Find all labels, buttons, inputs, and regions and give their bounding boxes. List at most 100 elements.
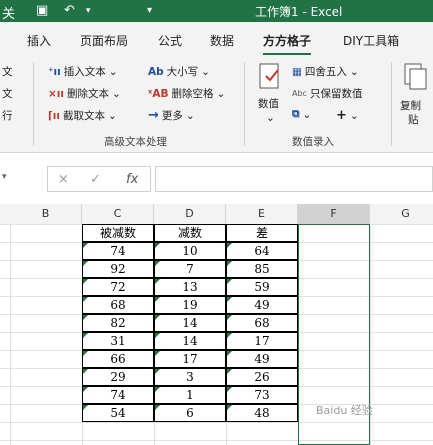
table-cell-difference[interactable]: 49 <box>226 350 298 368</box>
delete-spaces-icon: ˣAB <box>148 87 169 100</box>
table-cell-subtrahend[interactable]: 3 <box>154 368 226 386</box>
chevron-down-icon: ⌄ <box>216 87 226 100</box>
tab-page-layout[interactable]: 页面布局 <box>80 32 128 49</box>
partial-label-1: 文 <box>2 66 13 78</box>
table-cell-difference[interactable]: 17 <box>226 332 298 350</box>
confirm-icon[interactable]: ✓ <box>90 172 101 187</box>
table-cell-subtrahend[interactable]: 7 <box>154 260 226 278</box>
format-button[interactable]: ⧉ ⌄ <box>292 108 311 121</box>
column-header-e[interactable]: E <box>226 204 298 224</box>
ribbon: 文 文 行 ⁺ıı 插入文本 ⌄ ×ıı 删除文本 ⌄ ⌈ıı 截取文本 ⌄ A… <box>0 56 433 153</box>
column-header-d[interactable]: D <box>154 204 226 224</box>
paste-label: 贴 <box>408 114 419 126</box>
table-cell-difference[interactable]: 48 <box>226 404 298 422</box>
chevron-down-icon: ⌄ <box>185 109 195 122</box>
ribbon-separator <box>244 62 245 146</box>
table-cell-difference[interactable]: 26 <box>226 368 298 386</box>
table-cell-subtrahend[interactable]: 14 <box>154 332 226 350</box>
more-button[interactable]: → 更多 ⌄ <box>148 108 195 123</box>
extract-text-icon: ⌈ıı <box>48 109 60 122</box>
copy-paste-button[interactable]: 复制 贴 <box>398 62 433 128</box>
title-bar: 关 ▣ ↶ ▾ ▾ 工作簿1 - Excel <box>0 0 433 22</box>
chevron-down-icon: ⌄ <box>108 109 117 122</box>
keep-values-button[interactable]: Abc 只保留数值 <box>292 86 362 101</box>
formula-input[interactable] <box>155 166 433 192</box>
table-cell-minuend[interactable]: 31 <box>82 332 154 350</box>
numeric-label: 数值 <box>258 98 279 110</box>
table-cell-minuend[interactable]: 82 <box>82 314 154 332</box>
table-cell-subtrahend[interactable]: 6 <box>154 404 226 422</box>
partial-label-2: 文 <box>2 88 13 100</box>
header-cell-difference[interactable]: 差 <box>226 224 298 242</box>
table-cell-minuend[interactable]: 72 <box>82 278 154 296</box>
partial-label-3: 行 <box>2 110 13 122</box>
case-label: 大小写 <box>166 66 199 78</box>
autosave-toggle[interactable]: 关 <box>2 3 15 22</box>
format-icon: ⧉ <box>292 108 300 120</box>
cancel-icon[interactable]: × <box>58 172 69 187</box>
header-cell-subtrahend[interactable]: 减数 <box>154 224 226 242</box>
numeric-button[interactable]: 数值 ⌄ <box>254 62 288 124</box>
table-cell-minuend[interactable]: 66 <box>82 350 154 368</box>
undo-dropdown-icon[interactable]: ▾ <box>86 6 91 16</box>
extract-text-button[interactable]: ⌈ıı 截取文本 ⌄ <box>48 108 117 123</box>
table-cell-subtrahend[interactable]: 17 <box>154 350 226 368</box>
fx-icon[interactable]: fx <box>126 172 138 187</box>
delete-spaces-button[interactable]: ˣAB 删除空格 ⌄ <box>148 86 225 101</box>
table-cell-minuend[interactable]: 74 <box>82 386 154 404</box>
chevron-down-icon: ⌄ <box>201 65 210 78</box>
table-cell-minuend[interactable]: 29 <box>82 368 154 386</box>
insert-text-button[interactable]: ⁺ıı 插入文本 ⌄ <box>48 64 118 79</box>
chevron-down-icon: ⌄ <box>302 108 312 121</box>
table-cell-minuend[interactable]: 74 <box>82 242 154 260</box>
formula-buttons-area: × ✓ fx <box>47 166 151 192</box>
table-cell-minuend[interactable]: 92 <box>82 260 154 278</box>
table-cell-subtrahend[interactable]: 10 <box>154 242 226 260</box>
tab-insert[interactable]: 插入 <box>27 32 51 49</box>
watermark: Baidu 经验 <box>316 404 373 417</box>
table-cell-subtrahend[interactable]: 1 <box>154 386 226 404</box>
round-icon: ▦ <box>292 65 302 78</box>
table-cell-difference[interactable]: 85 <box>226 260 298 278</box>
keep-values-label: 只保留数值 <box>309 88 363 100</box>
tab-formulas[interactable]: 公式 <box>158 32 182 49</box>
table-cell-difference[interactable]: 49 <box>226 296 298 314</box>
table-cell-subtrahend[interactable]: 13 <box>154 278 226 296</box>
tab-diy-toolbox[interactable]: DIY工具箱 <box>343 32 399 49</box>
plus-button[interactable]: + ⌄ <box>336 108 359 123</box>
tab-fangfanggezi[interactable]: 方方格子 <box>263 32 312 55</box>
tab-data[interactable]: 数据 <box>210 32 234 49</box>
window-title: 工作簿1 - Excel <box>255 5 343 19</box>
arrow-right-icon: → <box>148 108 159 123</box>
column-header-g[interactable]: G <box>370 204 433 224</box>
column-header-b[interactable]: B <box>10 204 82 224</box>
column-header-c[interactable]: C <box>82 204 154 224</box>
table-cell-difference[interactable]: 59 <box>226 278 298 296</box>
formula-bar: ▾ × ✓ fx <box>0 166 433 192</box>
group-label-text: 高级文本处理 <box>104 136 167 148</box>
table-cell-subtrahend[interactable]: 14 <box>154 314 226 332</box>
delete-text-button[interactable]: ×ıı 删除文本 ⌄ <box>48 86 121 101</box>
table-cell-difference[interactable]: 73 <box>226 386 298 404</box>
table-cell-minuend[interactable]: 54 <box>82 404 154 422</box>
delete-spaces-label: 删除空格 <box>171 88 214 100</box>
header-cell-minuend[interactable]: 被减数 <box>82 224 154 242</box>
column-header-f[interactable]: F <box>298 204 370 224</box>
table-cell-minuend[interactable]: 68 <box>82 296 154 314</box>
abc-icon: Abc <box>292 89 307 98</box>
case-button[interactable]: Ab 大小写 ⌄ <box>148 64 210 79</box>
chevron-down-icon: ⌄ <box>349 109 359 122</box>
undo-icon[interactable]: ↶ <box>64 3 75 18</box>
round-button[interactable]: ▦ 四舍五入 ⌄ <box>292 64 359 79</box>
delete-text-label: 删除文本 <box>67 88 109 100</box>
name-box-dropdown-icon[interactable]: ▾ <box>2 172 7 182</box>
table-cell-subtrahend[interactable]: 19 <box>154 296 226 314</box>
save-icon[interactable]: ▣ <box>36 3 48 18</box>
more-icon[interactable]: ▾ <box>147 5 152 16</box>
table-cell-difference[interactable]: 64 <box>226 242 298 260</box>
table-cell-difference[interactable]: 68 <box>226 314 298 332</box>
extract-text-label: 截取文本 <box>63 110 105 122</box>
ribbon-separator <box>391 62 392 146</box>
chevron-down-icon: ⌄ <box>266 112 275 124</box>
case-icon: Ab <box>148 65 164 78</box>
